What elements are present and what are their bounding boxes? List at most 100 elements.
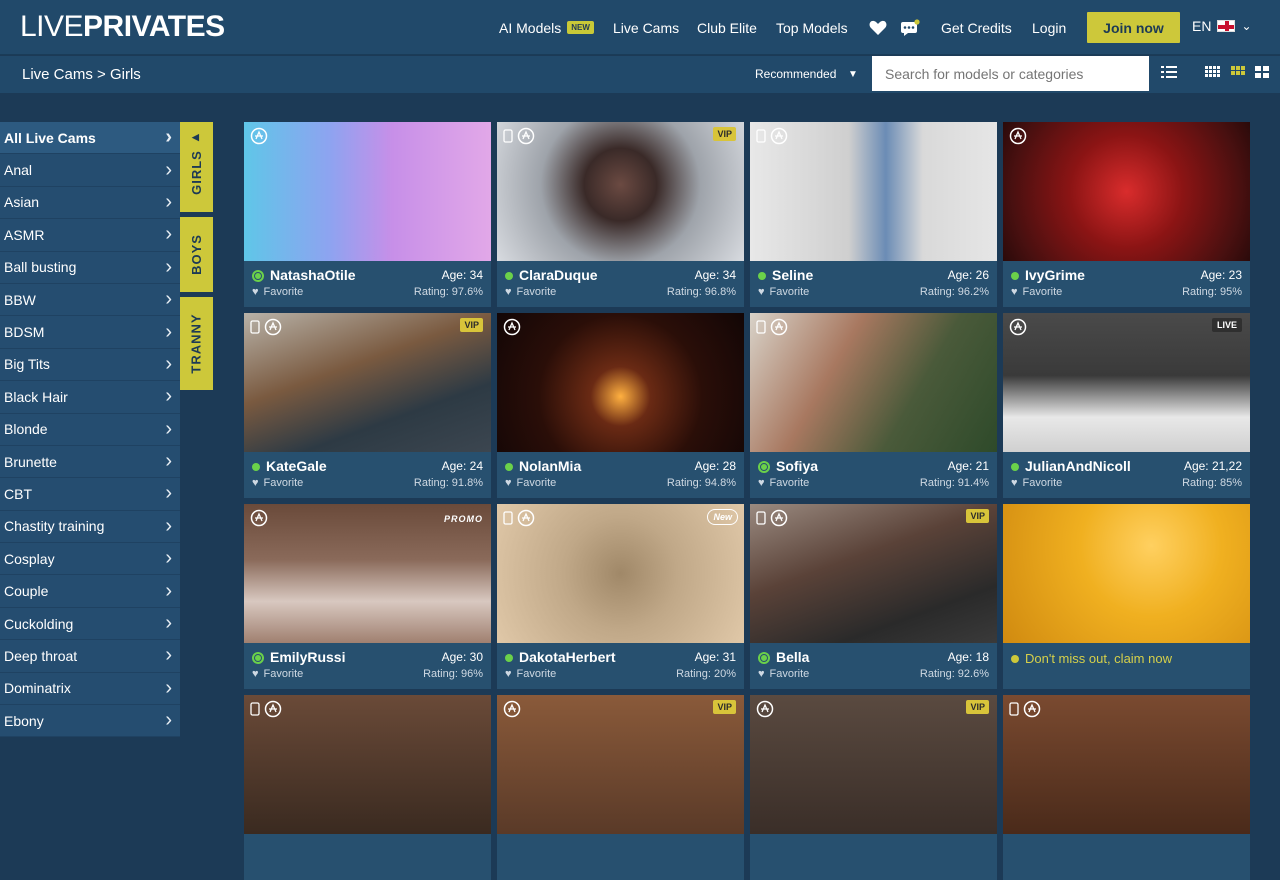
model-card[interactable]: Seline Age: 26 ♥ Favorite Rating: 96.2% <box>750 122 997 307</box>
model-thumbnail[interactable]: VIP <box>497 695 744 834</box>
model-name[interactable]: NolanMia <box>519 458 581 474</box>
model-thumbnail[interactable]: New <box>497 504 744 643</box>
model-thumbnail[interactable]: VIP <box>750 695 997 834</box>
model-card[interactable]: NatashaOtile Age: 34 ♥ Favorite Rating: 97.6… <box>244 122 491 307</box>
model-name[interactable]: IvyGrime <box>1025 267 1085 283</box>
model-card[interactable]: Sofiya Age: 21 ♥ Favorite Rating: 91.4% <box>750 313 997 498</box>
favorite-toggle[interactable]: ♥ Favorite <box>505 286 556 298</box>
join-now-button[interactable]: Join now <box>1087 12 1180 43</box>
promo-card[interactable]: Don't miss out, claim now <box>1003 504 1250 689</box>
model-thumbnail[interactable]: VIP <box>497 122 744 261</box>
favorite-toggle[interactable]: ♥ Favorite <box>1011 477 1062 489</box>
search-input[interactable] <box>872 56 1149 91</box>
sidebar-item-cbt[interactable]: CBT › <box>0 478 180 511</box>
nav-get-credits[interactable]: Get Credits <box>941 0 1012 55</box>
sidebar-item-anal[interactable]: Anal › <box>0 154 180 187</box>
card-icons <box>250 700 282 718</box>
model-card[interactable]: LIVE JulianAndNicoll Age: 21,22 ♥ Favorite Ra… <box>1003 313 1250 498</box>
sort-caret-icon[interactable]: ▼ <box>848 69 858 80</box>
card-icons <box>250 127 268 145</box>
sidebar-item-bbw[interactable]: BBW › <box>0 283 180 317</box>
nav-ai-models[interactable]: AI Models NEW <box>499 0 594 55</box>
breadcrumb[interactable]: Live Cams > Girls <box>22 66 141 83</box>
model-thumbnail[interactable]: VIP <box>244 313 491 452</box>
sidebar-item-asian[interactable]: Asian › <box>0 186 180 220</box>
favorite-toggle[interactable]: ♥ Favorite <box>505 477 556 489</box>
model-thumbnail[interactable] <box>750 313 997 452</box>
sidebar-item-chastity-training[interactable]: Chastity training › <box>0 510 180 544</box>
nav-top-models[interactable]: Top Models <box>776 0 848 55</box>
sort-dropdown[interactable]: Recommended <box>755 67 836 81</box>
nav-live-cams[interactable]: Live Cams <box>613 0 679 55</box>
favorite-toggle[interactable]: ♥ Favorite <box>1011 286 1062 298</box>
tab-boys[interactable]: BOYS <box>180 217 213 292</box>
model-name[interactable]: EmilyRussi <box>270 649 345 665</box>
model-thumbnail[interactable]: PROMO <box>244 504 491 643</box>
sidebar-item-black-hair[interactable]: Black Hair › <box>0 381 180 414</box>
sidebar-item-asmr[interactable]: ASMR › <box>0 219 180 252</box>
sidebar-item-deep-throat[interactable]: Deep throat › <box>0 640 180 673</box>
large-grid-view-icon[interactable] <box>1255 65 1269 79</box>
model-card[interactable]: NolanMia Age: 28 ♥ Favorite Rating: 94.8% <box>497 313 744 498</box>
model-card[interactable]: New DakotaHerbert Age: 31 ♥ Favorite Rating: … <box>497 504 744 689</box>
model-name[interactable]: DakotaHerbert <box>519 649 615 665</box>
sidebar-item-ball-busting[interactable]: Ball busting › <box>0 251 180 284</box>
model-card[interactable]: VIP KateGale Age: 24 ♥ Favorite Rating: 91.8% <box>244 313 491 498</box>
tab-tranny-label: TRANNY <box>189 313 205 374</box>
model-thumbnail[interactable] <box>497 313 744 452</box>
nav-club-elite[interactable]: Club Elite <box>697 0 757 55</box>
model-name[interactable]: Seline <box>772 267 813 283</box>
model-name[interactable]: Sofiya <box>776 458 818 474</box>
sidebar-item-ebony[interactable]: Ebony › <box>0 705 180 738</box>
promo-claim[interactable]: Don't miss out, claim now <box>1011 651 1172 666</box>
sidebar-item-blonde[interactable]: Blonde › <box>0 413 180 446</box>
tab-girls[interactable]: GIRLS ◀ <box>180 122 213 212</box>
sidebar-item-cuckolding[interactable]: Cuckolding › <box>0 607 180 641</box>
small-grid-view-icon[interactable] <box>1205 65 1221 79</box>
model-card[interactable] <box>244 695 491 880</box>
sidebar-item-couple[interactable]: Couple › <box>0 575 180 608</box>
model-card[interactable]: PROMO EmilyRussi Age: 30 ♥ Favorite Rating: 9… <box>244 504 491 689</box>
model-thumbnail[interactable] <box>244 695 491 834</box>
model-thumbnail[interactable] <box>750 122 997 261</box>
model-name[interactable]: KateGale <box>266 458 327 474</box>
sidebar-item-all-live-cams[interactable]: All Live Cams › <box>0 122 180 155</box>
medium-grid-view-icon[interactable] <box>1231 65 1245 79</box>
model-thumbnail[interactable]: VIP <box>750 504 997 643</box>
favorites-heart-icon[interactable] <box>869 0 887 55</box>
model-card[interactable]: VIP ClaraDuque Age: 34 ♥ Favorite Rating: 96.… <box>497 122 744 307</box>
list-view-icon[interactable] <box>1161 65 1177 79</box>
sidebar-item-dominatrix[interactable]: Dominatrix › <box>0 672 180 706</box>
model-thumbnail[interactable] <box>1003 122 1250 261</box>
tab-tranny[interactable]: TRANNY <box>180 297 213 390</box>
messages-chat-icon[interactable] <box>900 0 920 55</box>
sidebar-item-bdsm[interactable]: BDSM › <box>0 316 180 349</box>
favorite-toggle[interactable]: ♥ Favorite <box>758 477 809 489</box>
favorite-toggle[interactable]: ♥ Favorite <box>758 286 809 298</box>
favorite-toggle[interactable]: ♥ Favorite <box>252 668 303 680</box>
sidebar-item-big-tits[interactable]: Big Tits › <box>0 348 180 382</box>
model-card[interactable]: VIP Bella Age: 18 ♥ Favorite Rating: 92.6% <box>750 504 997 689</box>
model-thumbnail[interactable] <box>1003 695 1250 834</box>
model-card[interactable]: IvyGrime Age: 23 ♥ Favorite Rating: 95% <box>1003 122 1250 307</box>
favorite-toggle[interactable]: ♥ Favorite <box>505 668 556 680</box>
model-card[interactable]: VIP <box>750 695 997 880</box>
site-logo[interactable]: LIVEPRIVATES <box>20 11 225 43</box>
favorite-toggle[interactable]: ♥ Favorite <box>758 668 809 680</box>
model-rating: Rating: 94.8% <box>666 477 736 489</box>
model-card[interactable] <box>1003 695 1250 880</box>
sidebar-item-cosplay[interactable]: Cosplay › <box>0 543 180 576</box>
nav-login[interactable]: Login <box>1032 0 1066 55</box>
sidebar-item-brunette[interactable]: Brunette › <box>0 445 180 479</box>
favorite-toggle[interactable]: ♥ Favorite <box>252 477 303 489</box>
model-thumbnail[interactable] <box>244 122 491 261</box>
model-name[interactable]: JulianAndNicoll <box>1025 458 1131 474</box>
model-name[interactable]: NatashaOtile <box>270 267 356 283</box>
language-selector[interactable]: EN ⌄ <box>1192 18 1252 34</box>
model-card[interactable]: VIP <box>497 695 744 880</box>
model-thumbnail[interactable]: LIVE <box>1003 313 1250 452</box>
model-name[interactable]: Bella <box>776 649 809 665</box>
model-name[interactable]: ClaraDuque <box>519 267 598 283</box>
favorite-toggle[interactable]: ♥ Favorite <box>252 286 303 298</box>
promo-thumbnail[interactable] <box>1003 504 1250 643</box>
